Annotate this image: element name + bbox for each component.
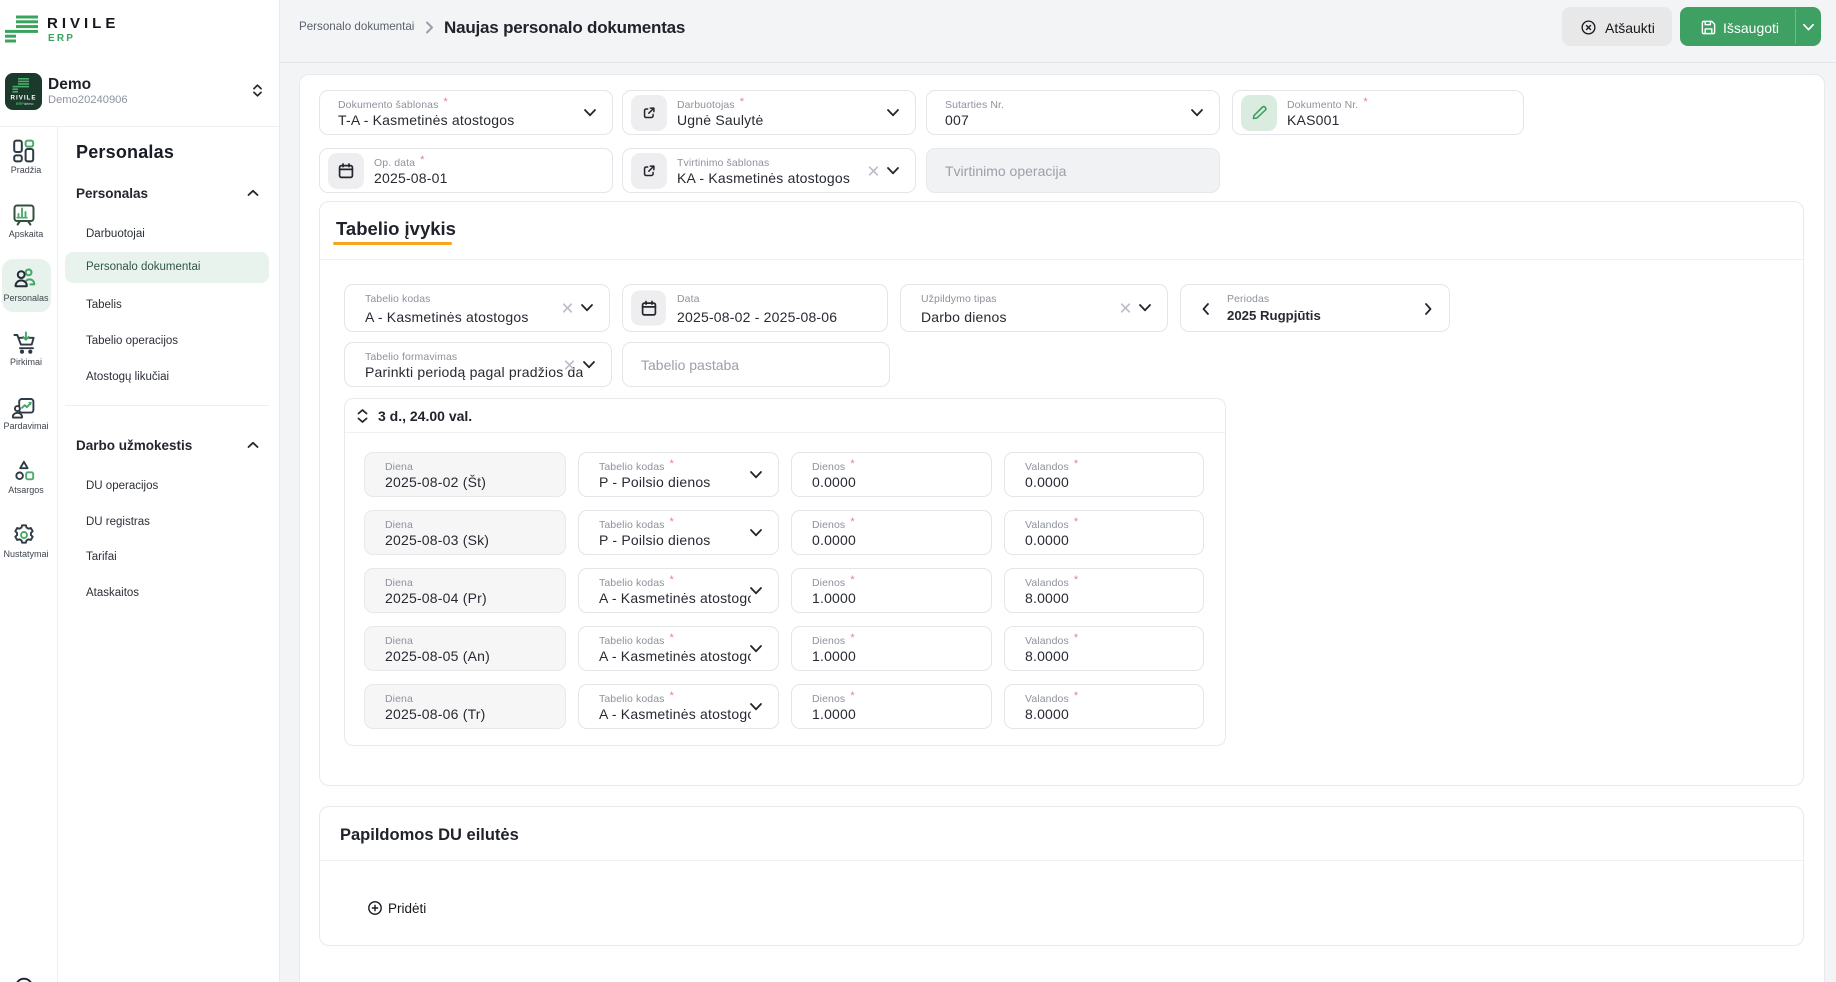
svg-text:RIVILE: RIVILE: [11, 95, 37, 102]
svg-text:demo: demo: [24, 102, 34, 106]
